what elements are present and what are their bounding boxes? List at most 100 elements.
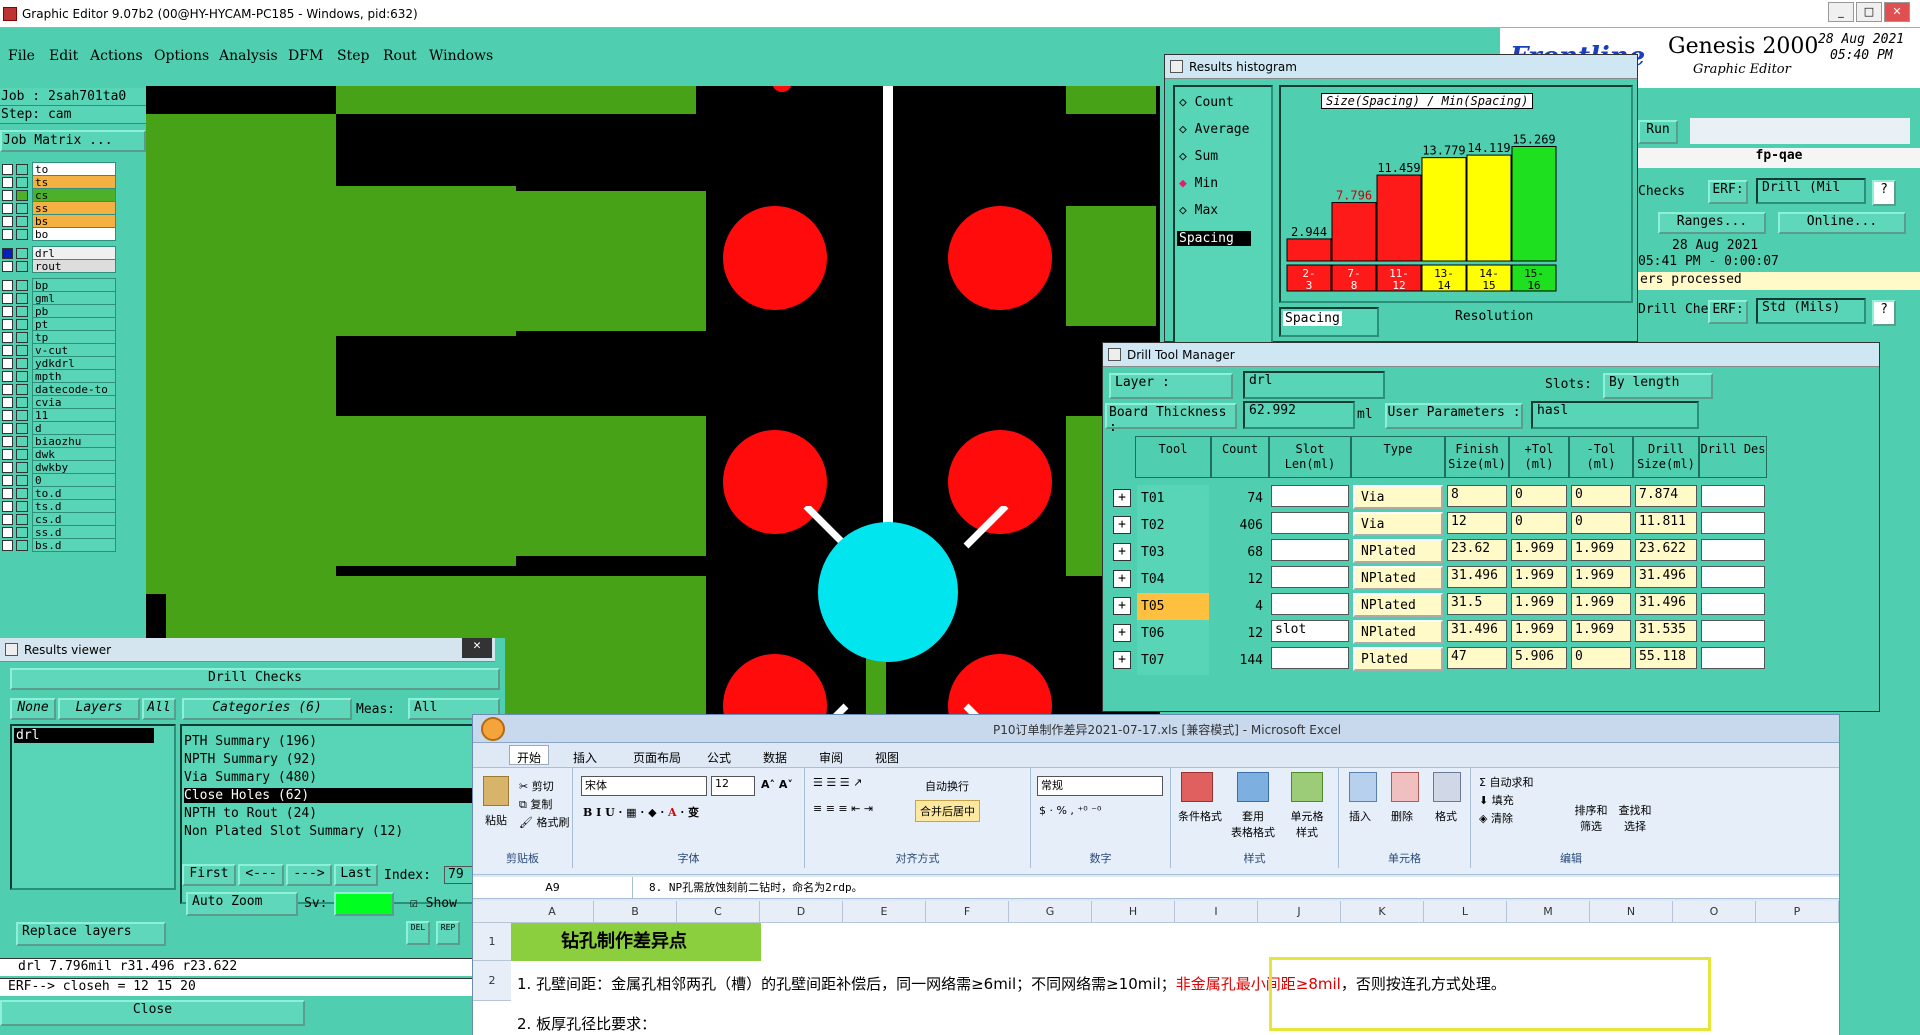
finish-field[interactable]: 47 bbox=[1447, 647, 1507, 669]
sv-color-dropdown[interactable] bbox=[334, 892, 394, 916]
online-button[interactable]: Online... bbox=[1778, 212, 1906, 234]
conditional-format-icon[interactable] bbox=[1181, 772, 1213, 802]
layer-checkbox[interactable] bbox=[2, 190, 13, 201]
layer-checkbox[interactable] bbox=[2, 229, 13, 240]
finish-field[interactable]: 8 bbox=[1447, 485, 1507, 507]
menu-dfm[interactable]: DFM bbox=[288, 48, 323, 64]
drill-field[interactable]: 23.622 bbox=[1635, 539, 1697, 561]
column-header[interactable]: Drill Size(ml) bbox=[1633, 436, 1699, 478]
finish-field[interactable]: 12 bbox=[1447, 512, 1507, 534]
ptol-field[interactable]: 0 bbox=[1511, 512, 1567, 534]
type-dropdown[interactable]: Plated bbox=[1353, 647, 1443, 671]
column-header[interactable]: +Tol (ml) bbox=[1509, 436, 1569, 478]
menu-edit[interactable]: Edit bbox=[49, 48, 78, 64]
type-dropdown[interactable]: Via bbox=[1353, 485, 1443, 509]
mode-min[interactable]: ◆ Min bbox=[1179, 176, 1218, 191]
tool-cell[interactable]: T05 bbox=[1137, 593, 1209, 621]
tool-cell[interactable]: T01 bbox=[1137, 485, 1209, 513]
cell-a1[interactable]: 钻孔制作差异点 bbox=[511, 923, 761, 961]
mtol-field[interactable]: 1.969 bbox=[1571, 620, 1631, 642]
slot-field[interactable] bbox=[1271, 593, 1349, 615]
tool-cell[interactable]: T06 bbox=[1137, 620, 1209, 648]
delete-cells-icon[interactable] bbox=[1391, 772, 1419, 802]
font-name-dropdown[interactable]: 宋体 bbox=[581, 776, 707, 796]
type-dropdown[interactable]: NPlated bbox=[1353, 620, 1443, 644]
type-dropdown[interactable]: NPlated bbox=[1353, 566, 1443, 590]
tab-home[interactable]: 开始 bbox=[517, 749, 541, 766]
histogram-bar[interactable] bbox=[1286, 238, 1332, 262]
column-header[interactable]: N bbox=[1590, 901, 1673, 923]
maximize-button[interactable]: □ bbox=[1856, 2, 1882, 22]
layer-checkbox[interactable] bbox=[2, 514, 13, 525]
layer-checkbox[interactable] bbox=[2, 462, 13, 473]
align-icons-bottom[interactable]: ≡ ≡ ≡ ⇤ ⇥ bbox=[813, 802, 873, 815]
number-format-dropdown[interactable]: 常规 bbox=[1037, 776, 1163, 796]
drill-des-field[interactable] bbox=[1701, 620, 1765, 642]
expand-row-icon[interactable]: + bbox=[1113, 516, 1131, 534]
tool-cell[interactable]: T07 bbox=[1137, 647, 1209, 675]
layer-checkbox[interactable] bbox=[2, 345, 13, 356]
slot-field[interactable] bbox=[1271, 512, 1349, 534]
find-select-button[interactable]: 查找和 选择 bbox=[1615, 802, 1655, 834]
menu-options[interactable]: Options bbox=[154, 48, 209, 64]
layer-checkbox[interactable] bbox=[2, 501, 13, 512]
layer-checkbox[interactable] bbox=[2, 540, 13, 551]
finish-field[interactable]: 23.62 bbox=[1447, 539, 1507, 561]
grow-font-icon[interactable]: A˄ A˅ bbox=[761, 778, 793, 791]
formula-input[interactable]: 8. NP孔需放蚀刻前二钻时，命名为2rdp。 bbox=[649, 877, 863, 899]
column-header[interactable]: P bbox=[1756, 901, 1839, 923]
autosum-button[interactable]: Σ 自动求和 bbox=[1479, 774, 1533, 790]
column-header[interactable]: O bbox=[1673, 901, 1756, 923]
drill-des-field[interactable] bbox=[1701, 485, 1765, 507]
column-header[interactable]: Type bbox=[1351, 436, 1445, 478]
categories-button[interactable]: Categories (6) bbox=[182, 698, 352, 720]
layer-checkbox[interactable] bbox=[2, 475, 13, 486]
drill-field[interactable]: 31.496 bbox=[1635, 566, 1697, 588]
cut-button[interactable]: ✂ 剪切 bbox=[519, 778, 554, 794]
tool-cell[interactable]: T03 bbox=[1137, 539, 1209, 567]
rep-icon[interactable]: REP bbox=[436, 921, 460, 945]
column-header[interactable]: L bbox=[1424, 901, 1507, 923]
layer-checkbox[interactable] bbox=[2, 216, 13, 227]
sort-filter-button[interactable]: 排序和 筛选 bbox=[1571, 802, 1611, 834]
type-dropdown[interactable]: Via bbox=[1353, 512, 1443, 536]
finish-field[interactable]: 31.496 bbox=[1447, 620, 1507, 642]
expand-row-icon[interactable]: + bbox=[1113, 597, 1131, 615]
column-header[interactable]: G bbox=[1009, 901, 1092, 923]
drill-field[interactable]: 31.496 bbox=[1635, 593, 1697, 615]
category-item[interactable]: Via Summary (480) bbox=[184, 770, 317, 785]
histogram-bar[interactable] bbox=[1421, 157, 1467, 262]
ranges-button[interactable]: Ranges... bbox=[1658, 212, 1766, 234]
menu-actions[interactable]: Actions bbox=[90, 48, 143, 64]
category-item[interactable]: PTH Summary (196) bbox=[184, 734, 317, 749]
layer-checkbox[interactable] bbox=[2, 488, 13, 499]
ptol-field[interactable]: 1.969 bbox=[1511, 593, 1567, 615]
category-item[interactable]: NPTH Summary (92) bbox=[184, 752, 317, 767]
column-header[interactable]: K bbox=[1341, 901, 1424, 923]
finish-field[interactable]: 31.496 bbox=[1447, 566, 1507, 588]
layer-checkbox[interactable] bbox=[2, 177, 13, 188]
column-header[interactable]: A bbox=[511, 901, 594, 923]
mtol-field[interactable]: 1.969 bbox=[1571, 566, 1631, 588]
ptol-field[interactable]: 0 bbox=[1511, 485, 1567, 507]
drill-field[interactable]: 31.535 bbox=[1635, 620, 1697, 642]
cell-styles-icon[interactable] bbox=[1291, 772, 1323, 802]
layer-checkbox[interactable] bbox=[2, 436, 13, 447]
layer-checkbox[interactable] bbox=[2, 203, 13, 214]
mtol-field[interactable]: 1.969 bbox=[1571, 539, 1631, 561]
cell-styles-label[interactable]: 单元格 样式 bbox=[1281, 808, 1333, 840]
mode-count[interactable]: ◇ Count bbox=[1179, 95, 1234, 110]
column-header[interactable]: Slot Len(ml) bbox=[1269, 436, 1351, 478]
type-dropdown[interactable]: NPlated bbox=[1353, 593, 1443, 617]
row-header[interactable]: 1 bbox=[473, 923, 511, 961]
type-dropdown[interactable]: NPlated bbox=[1353, 539, 1443, 563]
merge-center-button[interactable]: 合并后居中 bbox=[915, 800, 980, 822]
drill-des-field[interactable] bbox=[1701, 647, 1765, 669]
category-item[interactable]: Non Plated Slot Summary (12) bbox=[184, 824, 403, 839]
menu-analysis[interactable]: Analysis bbox=[219, 48, 278, 64]
tab-insert[interactable]: 插入 bbox=[573, 749, 597, 766]
mode-average[interactable]: ◇ Average bbox=[1179, 122, 1249, 137]
ptol-field[interactable]: 1.969 bbox=[1511, 566, 1567, 588]
drill-field[interactable]: 55.118 bbox=[1635, 647, 1697, 669]
mtol-field[interactable]: 0 bbox=[1571, 485, 1631, 507]
